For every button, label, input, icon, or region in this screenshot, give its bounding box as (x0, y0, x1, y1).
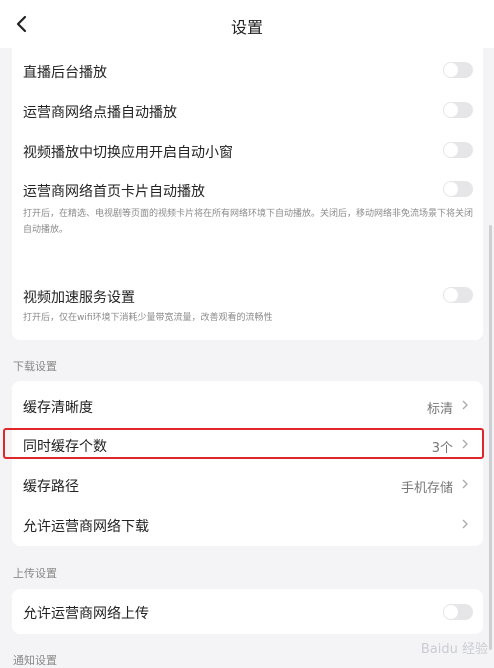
setting-row-live-background: 直播后台播放 (12, 48, 483, 92)
playback-settings-card: 直播后台播放 运营商网络点播自动播放 视频播放中切换应用开启自动小窗 运营商网络… (12, 48, 483, 340)
section-title-notify: 通知设置 (13, 654, 57, 667)
setting-label: 视频播放中切换应用开启自动小窗 (23, 145, 233, 161)
setting-row-cache-quality[interactable]: 缓存清晰度 标清 (12, 381, 483, 425)
setting-label: 运营商网络首页卡片自动播放 (23, 184, 205, 200)
setting-row-feed-autoplay: 运营商网络首页卡片自动播放 打开后，在精选、电视剧等页面的视频卡片将在所有网络环… (12, 168, 483, 238)
setting-value: 标清 (426, 402, 453, 417)
setting-row-vod-autoplay: 运营商网络点播自动播放 (12, 88, 483, 132)
toggle-switch[interactable] (443, 102, 473, 118)
setting-label: 视频加速服务设置 (23, 290, 135, 306)
highlight-box (3, 428, 484, 459)
chevron-right-icon (462, 479, 468, 489)
section-title-download: 下载设置 (13, 360, 57, 373)
setting-row-cache-path[interactable]: 缓存路径 手机存储 (12, 465, 483, 505)
setting-row-allow-carrier-upload: 允许运营商网络上传 (12, 589, 483, 634)
setting-description: 打开后，在精选、电视剧等页面的视频卡片将在所有网络环境下自动播放。关闭后，移动网… (23, 209, 474, 235)
setting-label: 直播后台播放 (23, 65, 107, 81)
section-title-upload: 上传设置 (13, 567, 57, 580)
setting-row-video-acceleration: 视频加速服务设置 打开后，仅在wifi环境下消耗少量带宽流量，改善观看的流畅性 (12, 274, 483, 330)
chevron-right-icon (462, 400, 468, 410)
setting-row-allow-carrier-download[interactable]: 允许运营商网络下载 (12, 505, 483, 545)
setting-label: 允许运营商网络下载 (23, 519, 149, 535)
setting-label: 允许运营商网络上传 (23, 606, 149, 622)
download-settings-card: 缓存清晰度 标清 同时缓存个数 3个 缓存路径 手机存储 允许运营商网络下载 (12, 381, 483, 546)
toggle-switch[interactable] (443, 62, 473, 78)
setting-row-auto-pip: 视频播放中切换应用开启自动小窗 (12, 128, 483, 172)
top-bar: 设置 (0, 0, 494, 48)
toggle-switch[interactable] (443, 181, 473, 197)
setting-label: 缓存路径 (23, 479, 79, 495)
toggle-switch[interactable] (443, 287, 473, 303)
setting-label: 运营商网络点播自动播放 (23, 105, 177, 121)
scrollbar[interactable] (489, 225, 492, 650)
toggle-switch[interactable] (443, 142, 473, 158)
chevron-right-icon (462, 519, 468, 529)
toggle-switch[interactable] (443, 604, 473, 620)
setting-description: 打开后，仅在wifi环境下消耗少量带宽流量，改善观看的流畅性 (23, 313, 273, 323)
upload-settings-card: 允许运营商网络上传 (12, 589, 483, 634)
baidu-watermark: Baidu 经验 (420, 642, 488, 657)
setting-value: 手机存储 (400, 481, 453, 496)
page-title: 设置 (230, 18, 263, 37)
setting-label: 缓存清晰度 (23, 400, 93, 416)
